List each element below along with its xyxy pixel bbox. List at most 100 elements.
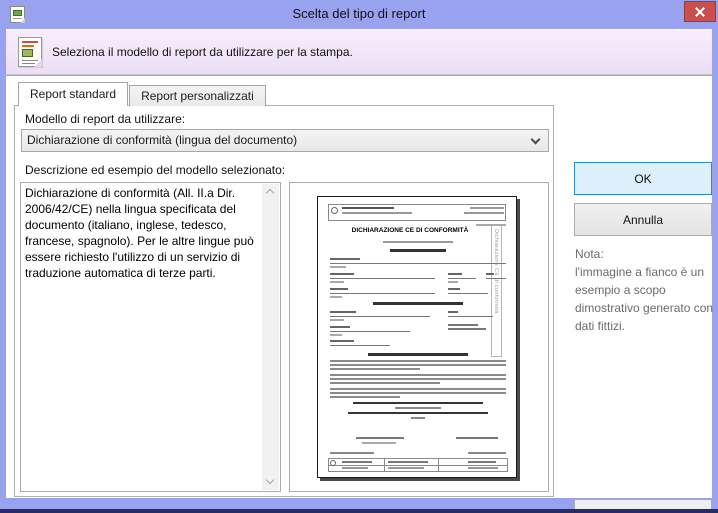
note-text: l'immagine a fianco è un esempio a scopo… xyxy=(575,265,714,333)
doc-decoration xyxy=(388,461,428,463)
doc-decoration xyxy=(330,452,374,454)
doc-decoration xyxy=(330,281,344,283)
note-title: Nota: xyxy=(575,247,604,261)
doc-decoration xyxy=(330,378,506,380)
doc-decoration xyxy=(330,263,506,264)
report-icon-line-orange xyxy=(22,45,34,47)
doc-decoration xyxy=(368,353,468,356)
dialog-header-text: Seleziona il modello di report da utiliz… xyxy=(52,45,353,59)
close-button[interactable] xyxy=(684,1,716,22)
doc-decoration xyxy=(342,207,394,209)
report-icon-picture xyxy=(22,49,33,57)
doc-decoration xyxy=(468,452,506,454)
dialog-header: Seleziona il modello di report da utiliz… xyxy=(6,29,712,75)
doc-decoration xyxy=(486,278,506,279)
report-preview-page: DICHIARAZIONE CE DI CONFORMITÀ Dichiaraz… xyxy=(317,196,517,478)
doc-decoration xyxy=(448,273,462,275)
doc-decoration xyxy=(330,382,440,384)
doc-decoration xyxy=(348,412,488,414)
tab-report-personalizzati[interactable]: Report personalizzati xyxy=(129,85,266,106)
doc-decoration xyxy=(330,368,420,370)
doc-decoration xyxy=(330,392,506,394)
doc-decoration xyxy=(353,402,483,404)
doc-decoration xyxy=(330,266,346,268)
doc-decoration xyxy=(330,288,348,290)
report-model-select[interactable]: Dichiarazione di conformità (lingua del … xyxy=(21,129,549,152)
doc-decoration xyxy=(470,207,504,209)
description-label: Descrizione ed esempio del modello selez… xyxy=(25,163,286,177)
doc-decoration xyxy=(448,281,458,283)
dialog-content: Report standard Report personalizzati Mo… xyxy=(6,76,713,513)
window-bottom-edge xyxy=(0,509,718,513)
cancel-button[interactable]: Annulla xyxy=(574,203,712,236)
doc-decoration xyxy=(342,212,412,214)
doc-decoration xyxy=(330,331,410,332)
chevron-up-icon xyxy=(265,188,275,198)
doc-decoration xyxy=(448,278,476,279)
doc-decoration xyxy=(390,249,446,252)
doc-decoration xyxy=(328,465,508,466)
doc-decoration xyxy=(486,273,494,275)
doc-decoration xyxy=(330,345,390,346)
preview-side-label: Dichiarazione CE di conformità xyxy=(493,229,499,314)
doc-decoration xyxy=(468,467,498,469)
doc-decoration xyxy=(342,461,372,463)
doc-decoration xyxy=(395,407,441,409)
ok-button[interactable]: OK xyxy=(574,162,712,195)
doc-decoration xyxy=(342,467,368,469)
doc-decoration xyxy=(330,319,344,321)
description-scrollbar[interactable] xyxy=(262,184,279,490)
report-model-selected-value: Dichiarazione di conformità (lingua del … xyxy=(27,133,298,147)
model-label: Modello di report da utilizzare: xyxy=(25,112,186,126)
doc-decoration xyxy=(384,458,385,472)
doc-decoration xyxy=(448,293,488,294)
doc-decoration xyxy=(388,467,424,469)
doc-decoration xyxy=(330,460,336,466)
doc-decoration xyxy=(330,340,354,342)
doc-decoration xyxy=(383,241,453,243)
close-icon xyxy=(695,7,705,17)
doc-decoration xyxy=(448,288,460,290)
doc-decoration xyxy=(330,273,354,275)
doc-decoration xyxy=(330,364,506,366)
doc-decoration xyxy=(476,224,506,226)
doc-decoration xyxy=(330,311,356,313)
doc-decoration xyxy=(330,326,350,328)
doc-decoration xyxy=(448,316,493,317)
doc-decoration xyxy=(330,278,435,279)
doc-decoration xyxy=(468,461,496,463)
tab-report-standard[interactable]: Report standard xyxy=(18,82,129,106)
report-type-dialog: Scelta del tipo di report Seleziona il m… xyxy=(0,0,718,513)
doc-decoration xyxy=(330,360,506,362)
doc-decoration xyxy=(330,388,506,390)
window-title: Scelta del tipo di report xyxy=(292,6,426,21)
preview-document-title: DICHIARAZIONE CE DI CONFORMITÀ xyxy=(351,227,469,234)
doc-decoration xyxy=(448,324,478,326)
doc-decoration xyxy=(330,374,506,376)
description-text-box: Dichiarazione di conformità (All. II.a D… xyxy=(20,182,281,492)
doc-decoration xyxy=(362,442,396,444)
doc-decoration xyxy=(411,417,425,419)
doc-decoration xyxy=(331,207,338,214)
doc-decoration xyxy=(356,437,404,439)
report-preview-panel: DICHIARAZIONE CE DI CONFORMITÀ Dichiaraz… xyxy=(289,182,549,492)
doc-decoration xyxy=(330,293,435,294)
report-icon-line-red xyxy=(22,41,38,43)
preview-side-label-box: Dichiarazione CE di conformità xyxy=(491,225,502,357)
doc-decoration xyxy=(330,296,342,298)
tab-panel-report-standard: Modello di report da utilizzare: Dichiar… xyxy=(14,105,554,497)
doc-decoration xyxy=(330,258,360,260)
report-document-icon xyxy=(18,37,42,67)
doc-decoration xyxy=(330,334,342,336)
scroll-down-button[interactable] xyxy=(262,474,279,490)
report-icon-fold xyxy=(34,59,42,67)
doc-decoration xyxy=(448,328,486,330)
doc-decoration xyxy=(456,437,498,439)
doc-decoration xyxy=(373,302,463,305)
doc-decoration xyxy=(330,316,430,317)
description-text: Dichiarazione di conformità (All. II.a D… xyxy=(25,186,254,280)
doc-decoration xyxy=(438,458,439,472)
scroll-up-button[interactable] xyxy=(262,184,279,200)
note-block: Nota: l'immagine a fianco è un esempio a… xyxy=(575,245,717,335)
doc-decoration xyxy=(464,212,504,214)
